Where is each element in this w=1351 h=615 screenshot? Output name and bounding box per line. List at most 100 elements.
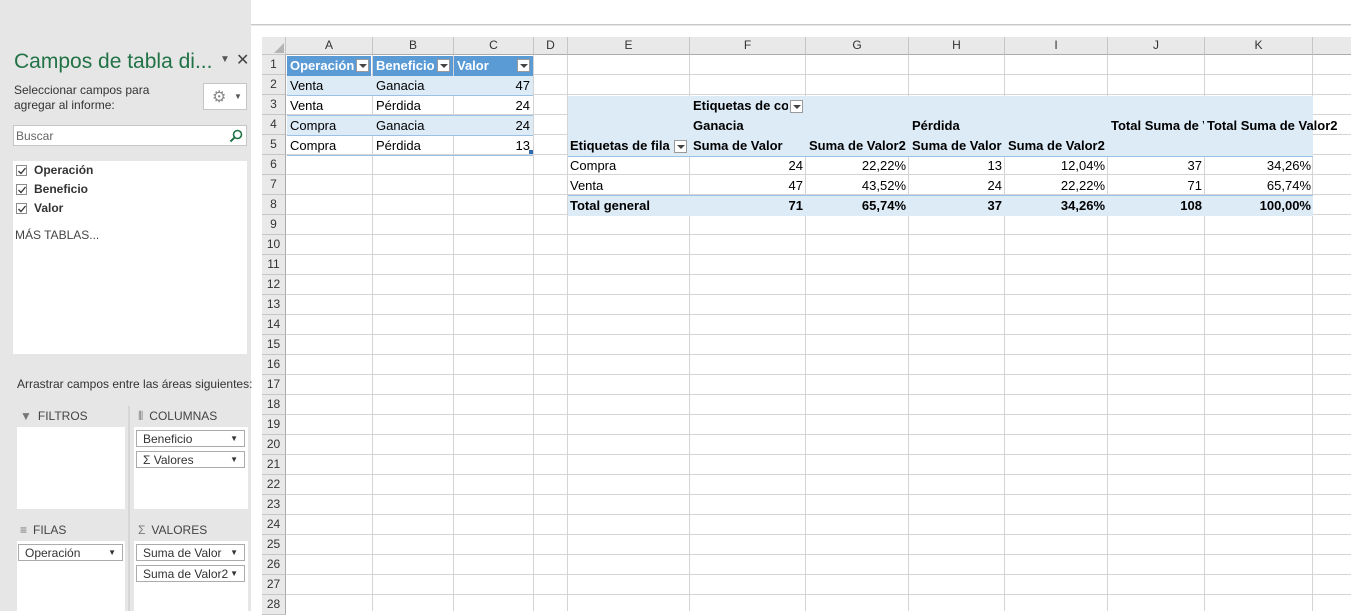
table-resize-handle[interactable]	[529, 150, 533, 154]
pivot-total-suma-valor2[interactable]: Total Suma de Valor2	[1204, 116, 1351, 136]
field-checkbox[interactable]	[16, 165, 27, 176]
field-search-input[interactable]: Buscar	[13, 125, 247, 146]
pivot-measure-header[interactable]: Suma de Valor2	[806, 136, 909, 156]
pivot-row-labels[interactable]: Etiquetas de fila	[567, 136, 673, 156]
pivot-cell[interactable]: 34,26%	[1205, 156, 1314, 176]
pivot-column-labels[interactable]: Etiquetas de columna	[690, 96, 788, 116]
pivot-cell[interactable]: 65,74%	[1205, 176, 1314, 196]
table-cell[interactable]: Venta	[287, 96, 372, 116]
values-item-suma-valor2[interactable]: Suma de Valor2 ▼	[136, 565, 245, 582]
pivot-measure-header[interactable]: Suma de Valor	[909, 136, 1005, 156]
row-header[interactable]: 17	[262, 375, 286, 395]
row-header[interactable]: 28	[262, 595, 286, 615]
row-header[interactable]: 23	[262, 495, 286, 515]
row-header[interactable]: 27	[262, 575, 286, 595]
more-tables-link[interactable]: MÁS TABLAS...	[15, 228, 99, 242]
table-cell[interactable]: Compra	[287, 136, 372, 156]
pivot-cell[interactable]: 47	[690, 176, 806, 196]
pivot-group-perdida[interactable]: Pérdida	[909, 116, 1005, 136]
tools-gear-button[interactable]: ⚙ ▼	[203, 83, 247, 110]
pivot-row-label[interactable]: Compra	[567, 156, 690, 176]
column-header[interactable]: I	[1005, 37, 1108, 55]
pivot-cell[interactable]: 71	[1108, 176, 1205, 196]
table-cell[interactable]: Pérdida	[373, 136, 453, 156]
filter-dropdown-button[interactable]	[517, 59, 530, 72]
row-header[interactable]: 3	[262, 95, 286, 115]
column-header[interactable]: J	[1108, 37, 1205, 55]
table-cell[interactable]: Ganacia	[373, 76, 453, 96]
columns-item-valores[interactable]: Σ Valores ▼	[136, 451, 245, 468]
pivot-group-ganacia[interactable]: Ganacia	[690, 116, 806, 136]
pivot-total-cell[interactable]: 65,74%	[806, 196, 909, 216]
row-header[interactable]: 8	[262, 195, 286, 215]
row-header[interactable]: 12	[262, 275, 286, 295]
pivot-cell[interactable]: 37	[1108, 156, 1205, 176]
column-header[interactable]: B	[373, 37, 454, 55]
filter-dropdown-button[interactable]	[356, 59, 369, 72]
row-header[interactable]: 21	[262, 455, 286, 475]
row-header[interactable]: 25	[262, 535, 286, 555]
pivot-total-cell[interactable]: 71	[690, 196, 806, 216]
pivot-row-label[interactable]: Venta	[567, 176, 690, 196]
table-cell[interactable]: 24	[454, 116, 533, 136]
row-header[interactable]: 14	[262, 315, 286, 335]
pivot-row-filter-button[interactable]	[674, 140, 687, 153]
row-header[interactable]: 1	[262, 55, 286, 75]
row-header[interactable]: 10	[262, 235, 286, 255]
table-cell[interactable]: Ganacia	[373, 116, 453, 136]
row-header[interactable]: 24	[262, 515, 286, 535]
column-header[interactable]: C	[454, 37, 534, 55]
field-checkbox[interactable]	[16, 203, 27, 214]
row-header[interactable]: 16	[262, 355, 286, 375]
table-cell[interactable]: Venta	[287, 76, 372, 96]
pivot-measure-header[interactable]: Suma de Valor2	[1005, 136, 1108, 156]
table-cell[interactable]: 24	[454, 96, 533, 116]
row-header[interactable]: 6	[262, 155, 286, 175]
pivot-total-cell[interactable]: 100,00%	[1205, 196, 1314, 216]
pivot-total-cell[interactable]: 34,26%	[1005, 196, 1108, 216]
pivot-cell[interactable]: 24	[909, 176, 1005, 196]
row-header[interactable]: 13	[262, 295, 286, 315]
pivot-cell[interactable]: 43,52%	[806, 176, 909, 196]
rows-item-operacion[interactable]: Operación ▼	[18, 544, 123, 561]
column-header[interactable]: F	[690, 37, 806, 55]
column-header[interactable]: E	[568, 37, 690, 55]
values-item-suma-valor[interactable]: Suma de Valor ▼	[136, 544, 245, 561]
row-header[interactable]: 19	[262, 415, 286, 435]
row-header[interactable]: 11	[262, 255, 286, 275]
column-header[interactable]: G	[806, 37, 909, 55]
table-cell[interactable]: 47	[454, 76, 533, 96]
row-header[interactable]: 5	[262, 135, 286, 155]
pivot-column-filter-button[interactable]	[790, 100, 803, 113]
pivot-total-suma-valor[interactable]: Total Suma de Valor	[1108, 116, 1204, 136]
pivot-cell[interactable]: 13	[909, 156, 1005, 176]
row-header[interactable]: 2	[262, 75, 286, 95]
row-header[interactable]: 18	[262, 395, 286, 415]
row-header[interactable]: 26	[262, 555, 286, 575]
column-header-overflow[interactable]	[1313, 37, 1351, 55]
pivot-cell[interactable]: 24	[690, 156, 806, 176]
row-header[interactable]: 22	[262, 475, 286, 495]
columns-item-beneficio[interactable]: Beneficio ▼	[136, 430, 245, 447]
column-header[interactable]: K	[1205, 37, 1313, 55]
pivot-total-label[interactable]: Total general	[567, 196, 690, 216]
filters-drop-area[interactable]	[17, 427, 125, 509]
field-checkbox[interactable]	[16, 184, 27, 195]
table-cell[interactable]: Pérdida	[373, 96, 453, 116]
pivot-cell[interactable]: 22,22%	[806, 156, 909, 176]
pivot-total-cell[interactable]: 108	[1108, 196, 1205, 216]
column-header[interactable]: A	[286, 37, 373, 55]
select-all-corner[interactable]	[262, 37, 286, 55]
pivot-total-cell[interactable]: 37	[909, 196, 1005, 216]
pivot-cell[interactable]: 22,22%	[1005, 176, 1108, 196]
table-cell[interactable]: 13	[454, 136, 533, 156]
row-header[interactable]: 4	[262, 115, 286, 135]
panel-options-dropdown-icon[interactable]: ▼	[220, 54, 230, 65]
close-icon[interactable]: ✕	[236, 50, 249, 70]
row-header[interactable]: 15	[262, 335, 286, 355]
filter-dropdown-button[interactable]	[437, 59, 450, 72]
pivot-measure-header[interactable]: Suma de Valor	[690, 136, 806, 156]
row-header[interactable]: 9	[262, 215, 286, 235]
column-header[interactable]: D	[534, 37, 568, 55]
pivot-cell[interactable]: 12,04%	[1005, 156, 1108, 176]
